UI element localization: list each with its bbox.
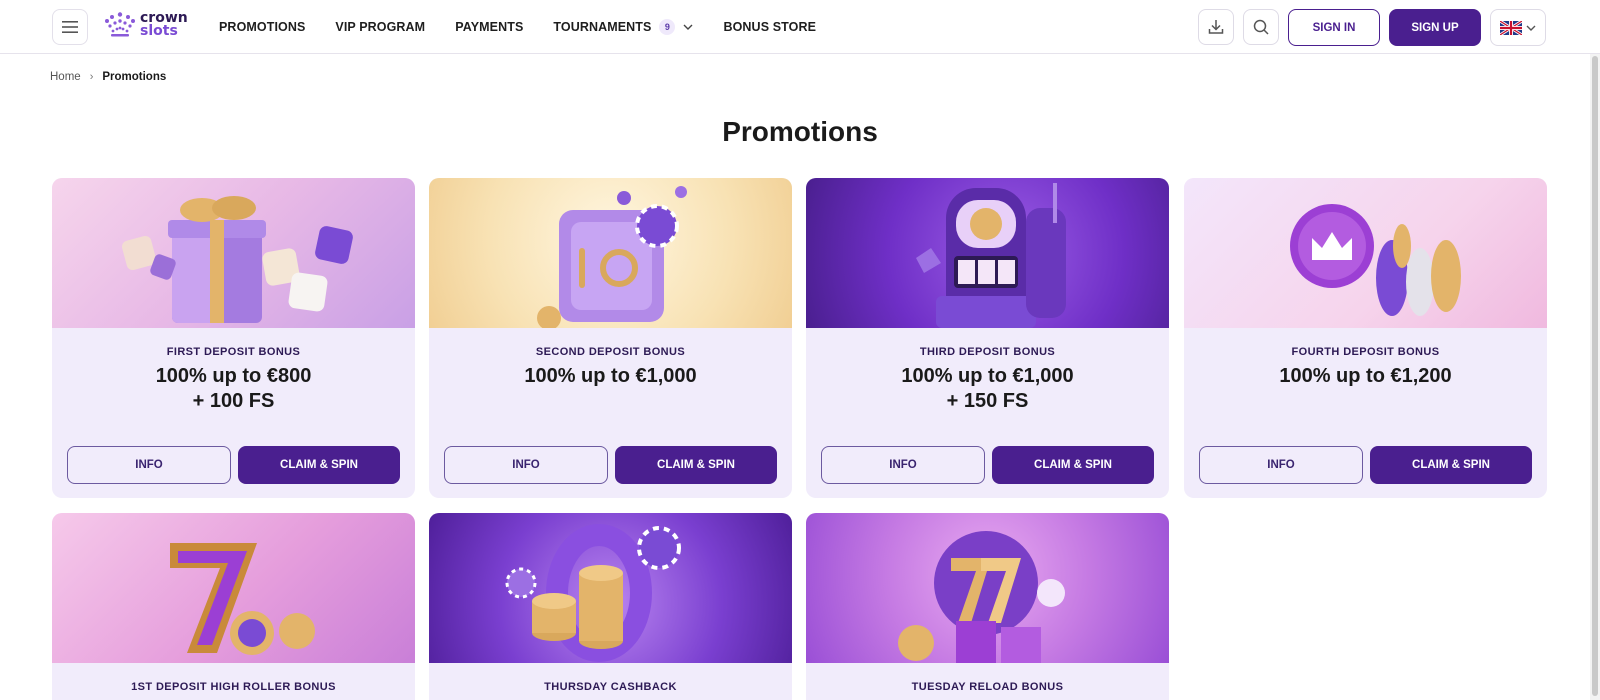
promo-value-line1: 100% up to €1,000 — [524, 365, 697, 387]
promo-card-third-deposit: THIRD DEPOSIT BONUS 100% up to €1,000 + … — [806, 178, 1169, 498]
promo-value-line1: 100% up to €1,200 — [1279, 365, 1452, 387]
nav-item-label: BONUS STORE — [723, 20, 817, 34]
download-icon — [1208, 20, 1224, 34]
promo-value-line2: + 150 FS — [946, 390, 1029, 412]
brand-logo[interactable]: crown slots — [104, 11, 188, 39]
site-header: crown slots PROMOTIONS VIP PROGRAM PAYME… — [0, 0, 1600, 54]
nav-item-label: VIP PROGRAM — [335, 20, 426, 34]
scrollbar-thumb[interactable] — [1592, 56, 1598, 696]
promo-image-cashback-coins — [429, 513, 792, 663]
page-scrollbar[interactable] — [1590, 54, 1600, 700]
promo-title: 1ST DEPOSIT HIGH ROLLER BONUS — [131, 681, 336, 693]
promo-card-second-deposit: SECOND DEPOSIT BONUS 100% up to €1,000 I… — [429, 178, 792, 498]
promo-image-lucky-seven — [52, 513, 415, 663]
promo-image-safe-chips — [429, 178, 792, 328]
chevron-right-icon: › — [89, 71, 94, 83]
nav-item-promotions[interactable]: PROMOTIONS — [219, 20, 305, 34]
uk-flag-icon — [1500, 20, 1522, 35]
sign-in-button[interactable]: SIGN IN — [1288, 9, 1380, 46]
promo-image-gift-dice — [52, 178, 415, 328]
main-nav: PROMOTIONS VIP PROGRAM PAYMENTS TOURNAME… — [219, 0, 846, 54]
nav-item-label: PROMOTIONS — [219, 20, 306, 34]
breadcrumb-current: Promotions — [102, 71, 167, 83]
info-button[interactable]: INFO — [1199, 446, 1363, 484]
info-button[interactable]: INFO — [67, 446, 231, 484]
nav-item-vip-program[interactable]: VIP PROGRAM — [335, 20, 425, 34]
claim-and-spin-button[interactable]: CLAIM & SPIN — [615, 446, 777, 484]
nav-item-tournaments[interactable]: TOURNAMENTS 9 — [553, 19, 693, 35]
promo-title: FOURTH DEPOSIT BONUS — [1291, 346, 1440, 358]
chevron-down-icon — [1526, 25, 1536, 31]
promo-card-first-deposit: FIRST DEPOSIT BONUS 100% up to €800 + 10… — [52, 178, 415, 498]
breadcrumb-home-link[interactable]: Home — [50, 71, 81, 83]
crown-logo-icon — [105, 12, 135, 37]
search-button[interactable] — [1243, 9, 1279, 45]
promo-value-line1: 100% up to €1,000 — [901, 365, 1074, 387]
promo-title: THIRD DEPOSIT BONUS — [919, 346, 1056, 358]
nav-item-payments[interactable]: PAYMENTS — [455, 20, 523, 34]
promo-title: TUESDAY RELOAD BONUS — [911, 681, 1064, 693]
promo-title: FIRST DEPOSIT BONUS — [166, 346, 301, 358]
promo-image-slot-machine — [806, 178, 1169, 328]
promo-image-crown-coins — [1184, 178, 1547, 328]
search-icon — [1253, 19, 1269, 35]
promo-card-thursday-cashback: THURSDAY CASHBACK — [429, 513, 792, 700]
language-selector[interactable] — [1490, 9, 1546, 46]
promo-card-fourth-deposit: FOURTH DEPOSIT BONUS 100% up to €1,200 I… — [1184, 178, 1547, 498]
promo-title: SECOND DEPOSIT BONUS — [535, 346, 686, 358]
promo-image-sevens-chips — [806, 513, 1169, 663]
claim-and-spin-button[interactable]: CLAIM & SPIN — [992, 446, 1154, 484]
info-button[interactable]: INFO — [444, 446, 608, 484]
promo-card-tuesday-reload: TUESDAY RELOAD BONUS — [806, 513, 1169, 700]
nav-item-label: PAYMENTS — [455, 20, 524, 34]
promo-title: THURSDAY CASHBACK — [544, 681, 677, 693]
tournaments-count-badge: 9 — [659, 19, 676, 35]
chevron-down-icon — [683, 24, 693, 30]
claim-and-spin-button[interactable]: CLAIM & SPIN — [1370, 446, 1532, 484]
promo-card-high-roller: 1ST DEPOSIT HIGH ROLLER BONUS — [52, 513, 415, 700]
brand-name-line2: slots — [140, 23, 178, 39]
nav-item-label: TOURNAMENTS — [553, 20, 652, 34]
sign-up-button[interactable]: SIGN UP — [1389, 9, 1481, 46]
info-button[interactable]: INFO — [821, 446, 985, 484]
promo-value-line2: + 100 FS — [192, 390, 275, 412]
nav-item-bonus-store[interactable]: BONUS STORE — [723, 20, 816, 34]
breadcrumb: Home › Promotions — [50, 71, 166, 83]
promo-value-line1: 100% up to €800 — [155, 365, 312, 387]
menu-icon — [62, 21, 78, 33]
page-title: Promotions — [722, 116, 878, 147]
download-app-button[interactable] — [1198, 9, 1234, 45]
claim-and-spin-button[interactable]: CLAIM & SPIN — [238, 446, 400, 484]
menu-button[interactable] — [52, 9, 88, 45]
